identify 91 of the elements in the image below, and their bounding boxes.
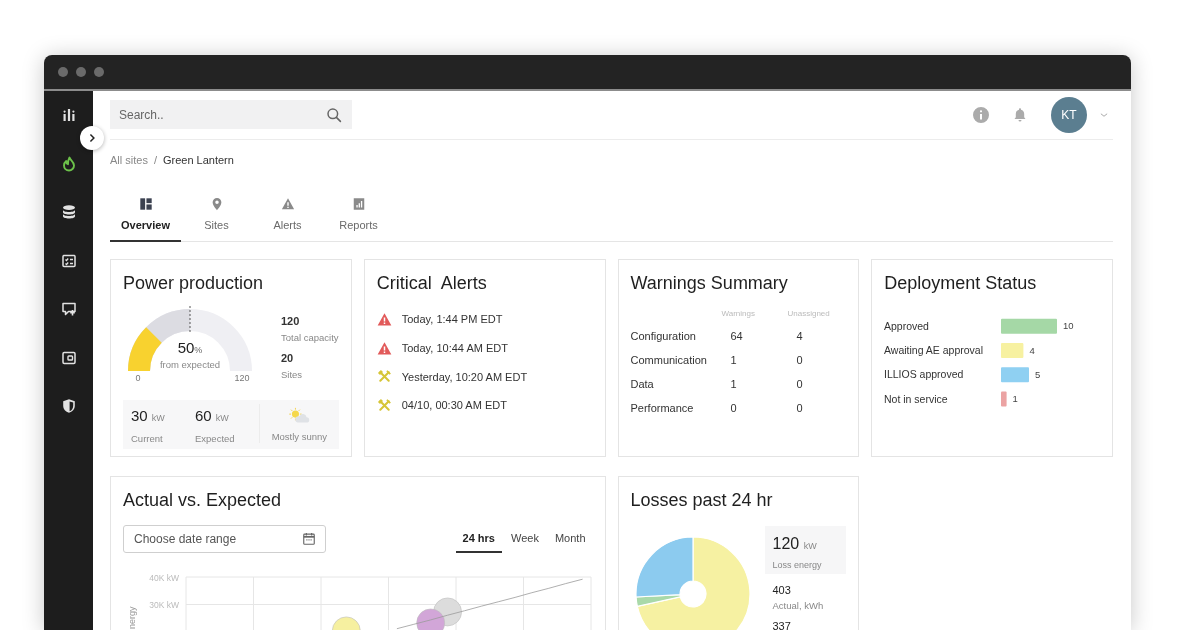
stat-label: Sites (281, 368, 304, 381)
unassigned-count: 0 (795, 378, 803, 390)
search-icon[interactable] (326, 106, 342, 123)
checklist-icon[interactable] (60, 252, 77, 269)
layout-icon (138, 197, 153, 211)
sun-cloud-icon (287, 407, 312, 423)
range-tab[interactable]: 24 hrs (455, 525, 502, 553)
chart-bubble (332, 616, 361, 630)
breadcrumb-separator: / (153, 153, 157, 167)
breadcrumb-link[interactable]: All sites (110, 153, 148, 167)
card-title: Power production (123, 272, 265, 294)
warning-count: 1 (729, 378, 737, 390)
gauge-caption: from expected (159, 359, 221, 370)
gauge-min-label: 0 (135, 373, 141, 383)
tools-icon (376, 369, 392, 385)
row-label: Configuration (630, 330, 697, 342)
axis-tick-label: 30K kW (149, 600, 179, 610)
row-label: Communication (630, 354, 708, 366)
gauge-value: 50% (177, 339, 203, 356)
alert-time[interactable]: Yesterday, 10:20 AM EDT (401, 370, 528, 383)
date-range-field[interactable]: Choose date range (123, 525, 326, 553)
tab[interactable]: Overview (110, 197, 181, 242)
reading-label: Expected (195, 433, 236, 445)
stat-value: 120 (281, 314, 301, 328)
axis-tick-label: 40K kW (149, 572, 179, 583)
category-label: Approved (884, 319, 930, 332)
row-label: Performance (630, 402, 695, 414)
expected-marker (189, 305, 191, 334)
shield-icon[interactable] (60, 398, 77, 415)
sidebar-toggle-button[interactable] (80, 126, 104, 150)
calendar-icon[interactable] (302, 532, 316, 546)
alert-time[interactable]: Today, 1:44 PM EDT (401, 313, 503, 326)
alert-time[interactable]: Today, 10:44 AM EDT (401, 342, 508, 355)
chevron-right-icon (87, 133, 97, 143)
gauge-max-label: 120 (234, 373, 250, 383)
flame-icon[interactable] (60, 155, 77, 172)
warning-count: 1 (729, 354, 737, 366)
unassigned-count: 0 (795, 402, 803, 414)
breadcrumb-current: Green Lantern (162, 153, 234, 167)
data-label: 10 (1063, 320, 1074, 332)
card-title: Warnings Summary (630, 272, 789, 294)
range-tab[interactable]: Month (547, 525, 593, 553)
reading-label: Current (131, 433, 164, 445)
warning-count: 64 (729, 330, 743, 342)
loss-energy-label: Loss energy (772, 559, 823, 571)
chart-bubble (416, 608, 445, 630)
column-header: Unassigned (787, 308, 831, 320)
warning-icon (376, 340, 392, 356)
row-label: Data (630, 378, 655, 390)
category-label: Not in service (884, 392, 948, 405)
status-bar (1001, 391, 1007, 407)
unassigned-count: 0 (795, 354, 803, 366)
tab[interactable]: Sites (181, 197, 252, 242)
stat-value: 20 (281, 351, 295, 365)
stat-value: 337 (771, 619, 792, 630)
unassigned-count: 4 (795, 330, 803, 342)
category-label: ILLIOS approved (884, 368, 964, 381)
warning-icon (280, 197, 295, 211)
message-icon[interactable] (60, 301, 77, 318)
stat-label: Total capacity (281, 331, 339, 344)
card-title: Critical Alerts (376, 272, 488, 294)
user-avatar[interactable]: KT (1051, 96, 1087, 133)
category-label: Awaiting AE approval (884, 344, 984, 357)
weather-label: Mostly sunny (271, 431, 328, 443)
search-field[interactable]: Search.. (110, 100, 352, 129)
data-label: 4 (1029, 344, 1035, 356)
card-title: Losses past 24 hr (630, 489, 774, 511)
range-tab[interactable]: Week (504, 525, 546, 553)
status-bar (1001, 318, 1058, 334)
wallet-icon[interactable] (60, 349, 77, 366)
tab[interactable]: Reports (323, 197, 394, 242)
loss-energy-value: 120 kW (772, 534, 818, 554)
axis-title: nergy (127, 606, 137, 629)
reading-value: 60 kW (195, 407, 230, 426)
alert-time[interactable]: 04/10, 00:30 AM EDT (401, 399, 507, 412)
reading-value: 30 kW (131, 407, 166, 426)
data-label: 5 (1035, 369, 1041, 381)
stat-value: 403 (771, 583, 792, 597)
tab[interactable]: Alerts (252, 197, 323, 242)
status-bar (1001, 342, 1024, 358)
stat-label: Actual, kWh (771, 599, 825, 612)
data-label: 1 (1012, 393, 1019, 405)
card-title: Deployment Status (884, 272, 1038, 294)
database-icon[interactable] (60, 204, 77, 221)
status-bar (1001, 367, 1030, 383)
warning-count: 0 (729, 402, 737, 414)
report-chart-icon (351, 197, 366, 211)
warning-icon (376, 311, 392, 327)
column-header: Warnings (721, 308, 756, 320)
tools-icon (376, 397, 392, 413)
card-title: Actual vs. Expected (123, 489, 283, 511)
